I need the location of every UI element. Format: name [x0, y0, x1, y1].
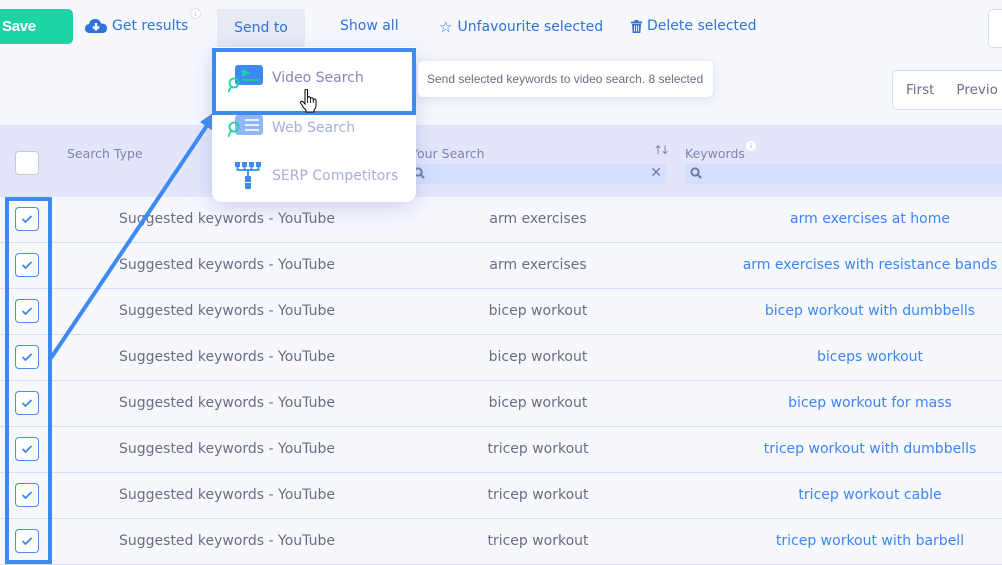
table-row[interactable]: Suggested keywords - YouTube tricep worko…: [0, 427, 1002, 473]
cell-keyword-link[interactable]: biceps workout: [680, 349, 1002, 365]
row-checkbox[interactable]: [15, 483, 39, 507]
hand-cursor-icon: [300, 89, 317, 113]
table-row[interactable]: Suggested keywords - YouTube bicep workou…: [0, 335, 1002, 381]
checkmark-icon: [21, 445, 33, 454]
checkmark-icon: [21, 399, 33, 408]
checkmark-icon: [21, 215, 33, 224]
row-checkbox[interactable]: [15, 437, 39, 461]
checkmark-icon: [21, 261, 33, 270]
save-button[interactable]: Save: [0, 9, 73, 44]
table-header: Search Type Your Search ↑↓ Keywords i ✕: [0, 125, 1002, 197]
video-search-icon: [228, 65, 263, 93]
send-to-tooltip: Send selected keywords to video search. …: [418, 61, 713, 97]
show-all-button[interactable]: Show all: [340, 18, 399, 34]
menu-item-label: Web Search: [272, 120, 356, 136]
cell-search-type: Suggested keywords - YouTube: [119, 487, 335, 503]
row-checkbox[interactable]: [15, 207, 39, 231]
table-row[interactable]: Suggested keywords - YouTube bicep workou…: [0, 381, 1002, 427]
table-row[interactable]: Suggested keywords - YouTube tricep worko…: [0, 519, 1002, 565]
cell-your-search: bicep workout: [488, 395, 588, 411]
search-icon: [690, 167, 702, 179]
row-checkbox[interactable]: [15, 253, 39, 277]
send-to-button[interactable]: Send to: [217, 9, 305, 47]
cell-your-search: tricep workout: [487, 487, 589, 503]
cell-search-type: Suggested keywords - YouTube: [119, 211, 335, 227]
row-checkbox[interactable]: [15, 529, 39, 553]
pagination: First Previo: [892, 70, 1002, 110]
cell-keyword-link[interactable]: arm exercises at home: [680, 211, 1002, 227]
keywords-filter-input[interactable]: [685, 164, 1002, 184]
pagination-first[interactable]: First: [906, 82, 934, 98]
cell-search-type: Suggested keywords - YouTube: [119, 257, 335, 273]
checkmark-icon: [21, 491, 33, 500]
column-your-search[interactable]: Your Search: [411, 146, 485, 161]
get-results-button[interactable]: Get results: [85, 18, 188, 34]
cell-your-search: arm exercises: [489, 211, 587, 227]
menu-item-label: Video Search: [272, 70, 364, 86]
column-keywords[interactable]: Keywords: [685, 146, 745, 161]
your-search-filter-input[interactable]: ✕: [408, 164, 666, 184]
select-all-checkbox[interactable]: [15, 151, 39, 175]
table-row[interactable]: Suggested keywords - YouTube tricep worko…: [0, 473, 1002, 519]
cell-search-type: Suggested keywords - YouTube: [119, 303, 335, 319]
trash-icon: [631, 19, 642, 33]
toolbar: Save Get results i Send to Show all ☆ Un…: [0, 0, 1002, 56]
table-row[interactable]: Suggested keywords - YouTube arm exercise…: [0, 243, 1002, 289]
column-search-type[interactable]: Search Type: [67, 146, 143, 161]
cell-keyword-link[interactable]: arm exercises with resistance bands: [680, 257, 1002, 273]
cell-your-search: tricep workout: [487, 441, 589, 457]
cell-keyword-link[interactable]: tricep workout cable: [680, 487, 1002, 503]
cell-search-type: Suggested keywords - YouTube: [119, 441, 335, 457]
checkmark-icon: [21, 307, 33, 316]
cell-your-search: arm exercises: [489, 257, 587, 273]
cell-your-search: bicep workout: [488, 349, 588, 365]
cell-keyword-link[interactable]: tricep workout with barbell: [680, 533, 1002, 549]
cloud-download-icon: [85, 19, 107, 33]
row-checkbox[interactable]: [15, 299, 39, 323]
cell-search-type: Suggested keywords - YouTube: [119, 395, 335, 411]
cell-search-type: Suggested keywords - YouTube: [119, 349, 335, 365]
row-checkbox[interactable]: [15, 391, 39, 415]
info-icon[interactable]: i: [190, 8, 201, 19]
cell-keyword-link[interactable]: bicep workout with dumbbells: [680, 303, 1002, 319]
get-results-label: Get results: [112, 18, 189, 34]
menu-item-label: SERP Competitors: [272, 168, 399, 184]
row-checkbox[interactable]: [15, 345, 39, 369]
delete-selected-button[interactable]: Delete selected: [631, 18, 757, 34]
send-to-dropdown: Video Search Web Search SERP Competitors: [212, 47, 416, 202]
unfavourite-label: Unfavourite selected: [457, 19, 604, 35]
delete-label: Delete selected: [647, 18, 757, 34]
clear-filter-icon[interactable]: ✕: [650, 165, 662, 181]
serp-competitors-icon: [235, 162, 261, 189]
pagination-previous[interactable]: Previo: [956, 82, 997, 98]
search-input[interactable]: [988, 9, 1002, 48]
cell-keyword-link[interactable]: bicep workout for mass: [680, 395, 1002, 411]
keywords-info-icon[interactable]: i: [746, 141, 756, 151]
star-icon: ☆: [439, 18, 453, 36]
web-search-icon: [228, 115, 263, 138]
menu-item-serp-competitors[interactable]: SERP Competitors: [212, 153, 416, 199]
table-row[interactable]: Suggested keywords - YouTube bicep workou…: [0, 289, 1002, 335]
checkmark-icon: [21, 353, 33, 362]
cell-search-type: Suggested keywords - YouTube: [119, 533, 335, 549]
cell-keyword-link[interactable]: tricep workout with dumbbells: [680, 441, 1002, 457]
sort-icon[interactable]: ↑↓: [653, 143, 670, 157]
cell-your-search: tricep workout: [487, 533, 589, 549]
unfavourite-selected-button[interactable]: ☆ Unfavourite selected: [439, 18, 603, 36]
checkmark-icon: [21, 537, 33, 546]
cell-your-search: bicep workout: [488, 303, 588, 319]
table-row[interactable]: Suggested keywords - YouTube arm exercise…: [0, 197, 1002, 243]
